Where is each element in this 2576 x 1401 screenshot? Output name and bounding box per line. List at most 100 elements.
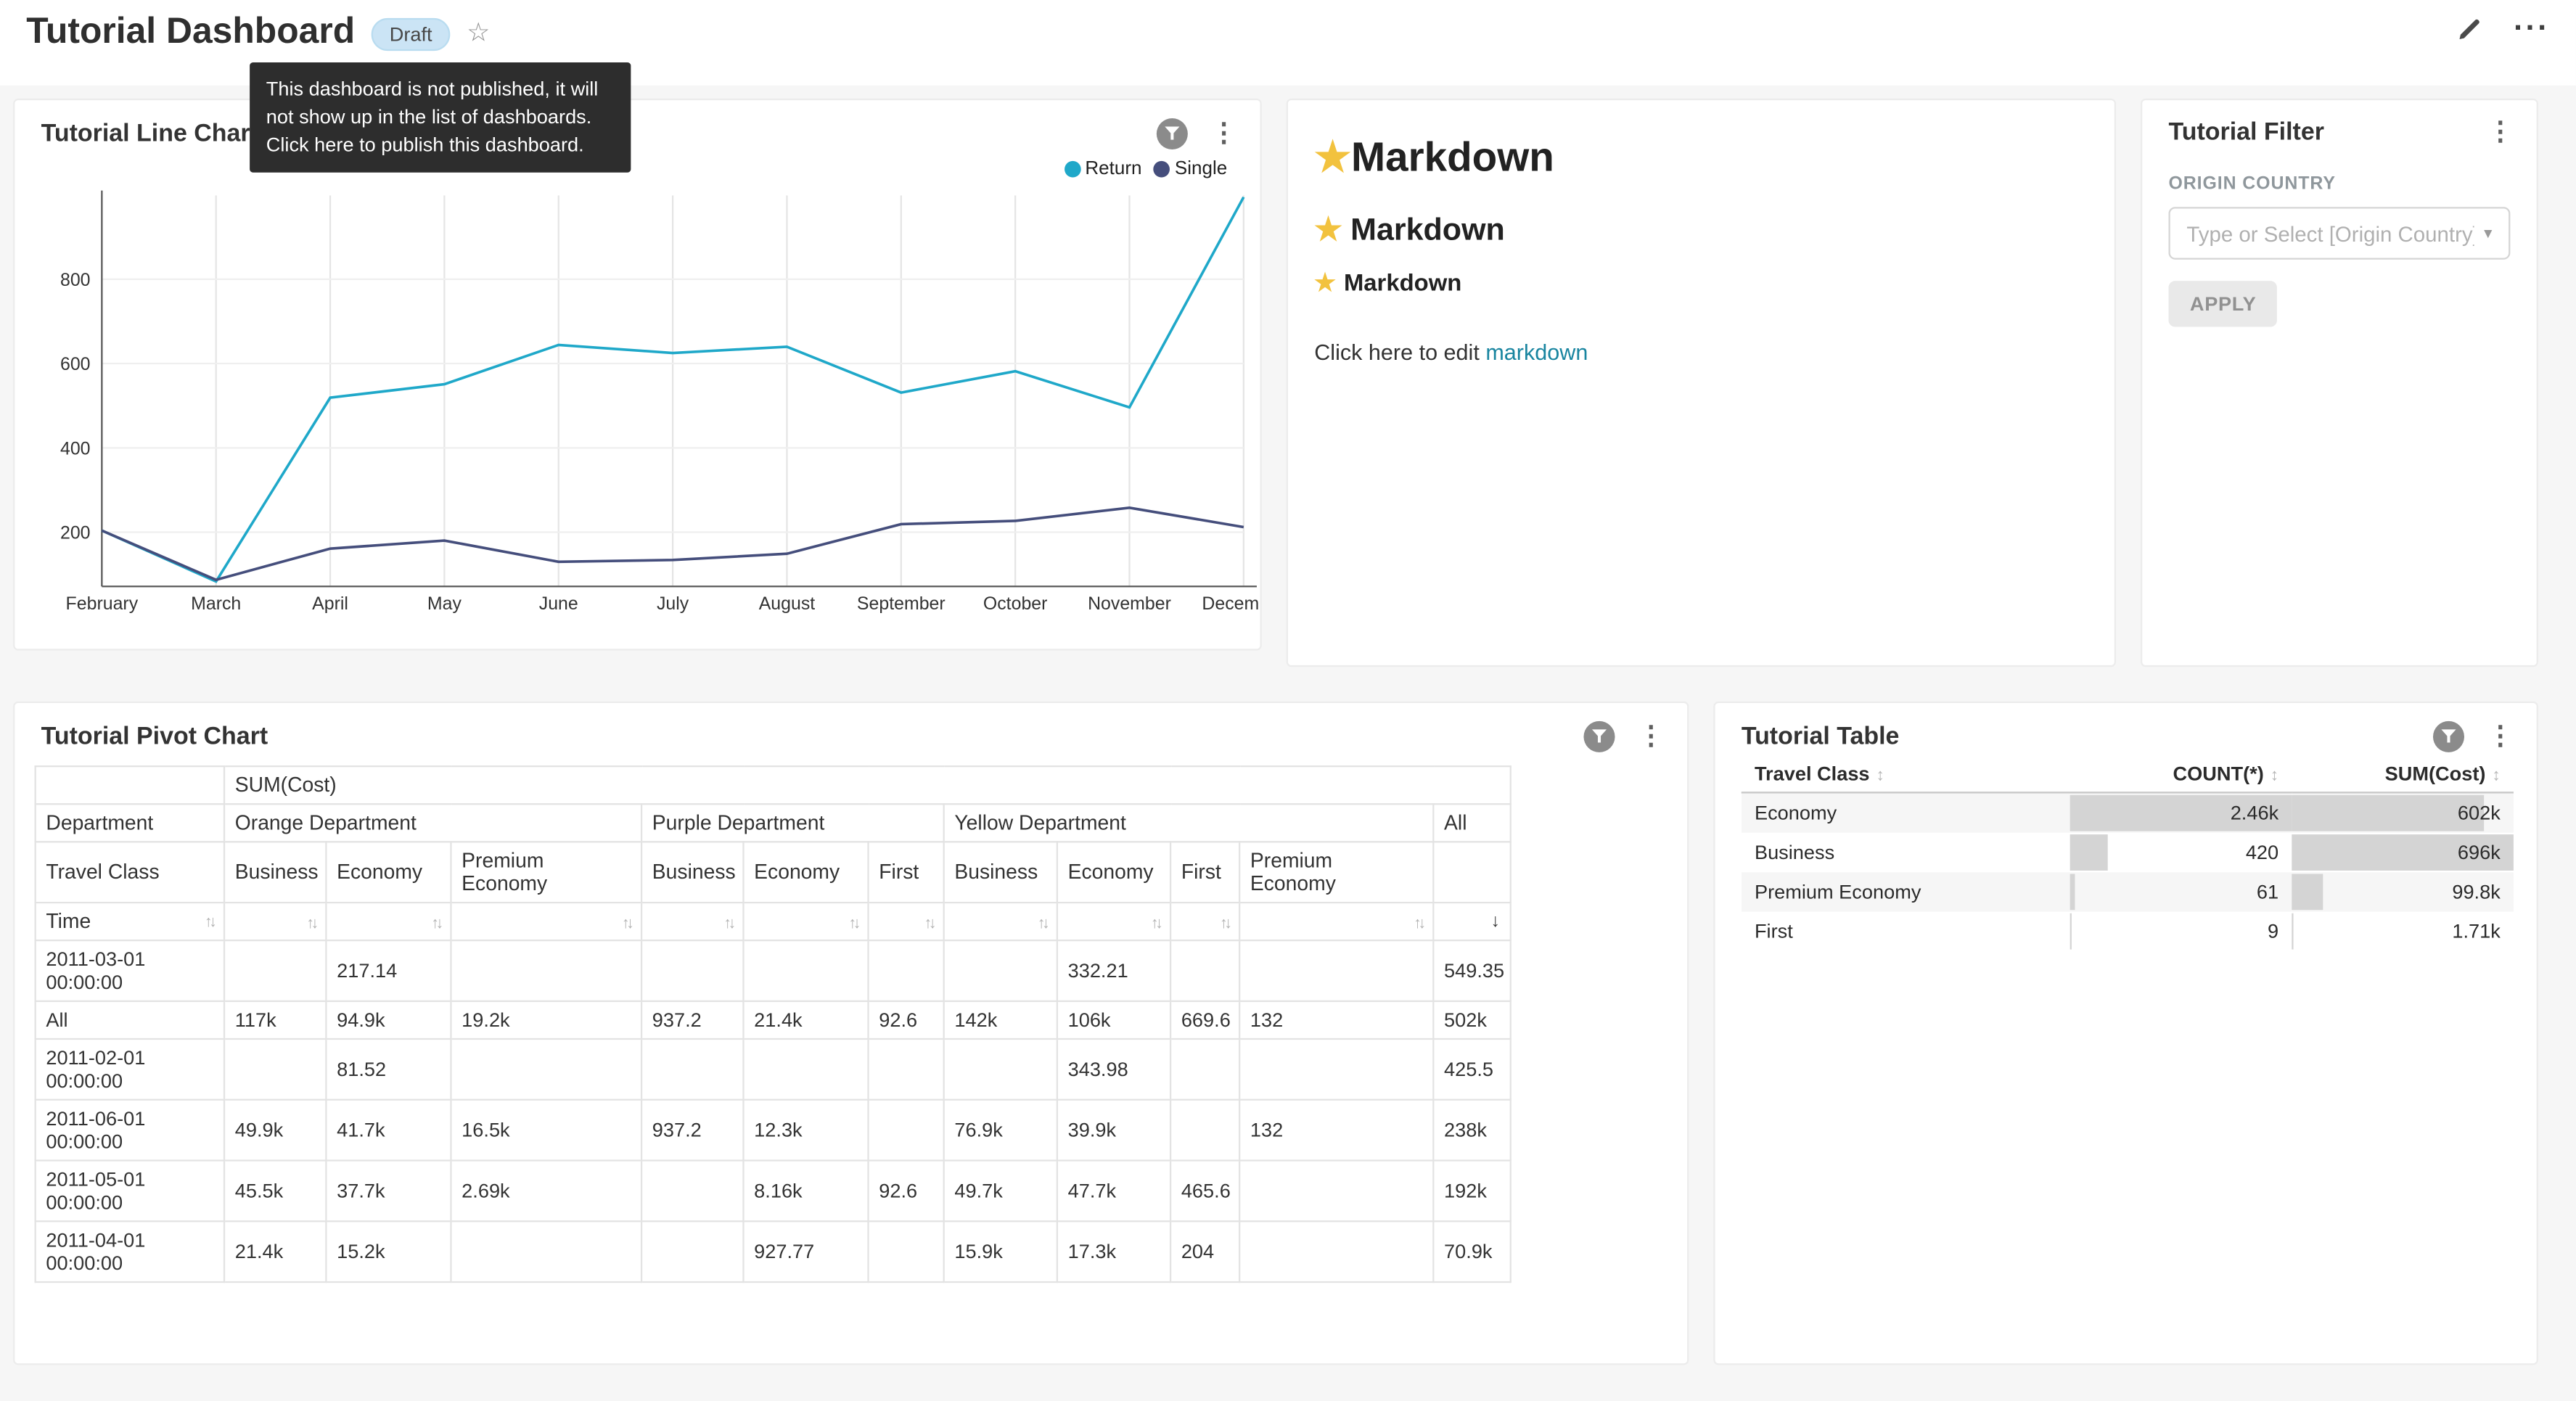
svg-text:July: July xyxy=(657,593,689,614)
pivot-cell: 19.2k xyxy=(451,1001,641,1039)
sort-icon[interactable]: ↑↓ xyxy=(723,911,732,932)
pivot-cell xyxy=(1170,1100,1239,1161)
pivot-cell xyxy=(224,940,326,1001)
pivot-row: 2011-05-01 00:00:0045.5k37.7k2.69k8.16k9… xyxy=(36,1161,1511,1222)
sort-icon[interactable]: ↑↓ xyxy=(1038,911,1046,932)
table-class-cell: Economy xyxy=(1742,792,2070,832)
kebab-menu-icon[interactable]: ⋮ xyxy=(1207,120,1240,147)
legend-label: Return xyxy=(1085,160,1141,179)
kebab-menu-icon[interactable]: ⋮ xyxy=(2484,723,2516,749)
pivot-cell xyxy=(1239,1221,1433,1282)
publish-tooltip: This dashboard is not published, it will… xyxy=(250,62,631,173)
pivot-cell: 343.98 xyxy=(1057,1039,1170,1100)
sort-icon[interactable]: ↑↓ xyxy=(1151,911,1160,932)
table-title: Tutorial Table xyxy=(1742,723,2413,750)
pivot-sort-cell: ↑↓ xyxy=(869,903,944,940)
sort-icon[interactable]: ↑↓ xyxy=(848,911,857,932)
pivot-cell: 132 xyxy=(1239,1001,1433,1039)
pivot-col-header: Business xyxy=(641,842,743,903)
sort-icon[interactable]: ↑↓ xyxy=(431,911,440,932)
col-header-count[interactable]: COUNT(*)↕ xyxy=(2070,755,2292,792)
line-chart-plot[interactable]: 200400600800FebruaryMarchAprilMayJuneJul… xyxy=(15,182,1261,629)
table-sum-cell: 696k xyxy=(2292,833,2514,872)
pivot-axis-department: Department xyxy=(36,804,224,842)
table-class-cell: Business xyxy=(1742,833,2070,872)
sparkles-icon: ★ xyxy=(1314,213,1342,248)
legend-dot-icon xyxy=(1064,161,1080,178)
svg-text:December: December xyxy=(1202,593,1261,614)
legend-label: Single xyxy=(1175,160,1227,179)
table-card-header: Tutorial Table ⋮ xyxy=(1715,703,2537,752)
svg-text:May: May xyxy=(427,593,462,614)
sort-icon[interactable]: ↕ xyxy=(2492,767,2500,785)
filter-indicator-icon[interactable] xyxy=(2433,721,2464,752)
table-class-cell: First xyxy=(1742,912,2070,951)
pivot-row-label: 2011-06-01 00:00:00 xyxy=(36,1100,224,1161)
legend-item[interactable]: Return xyxy=(1064,160,1142,179)
sort-desc-icon[interactable]: ↓ xyxy=(1491,912,1500,932)
pivot-sort-row: Time↑↓↑↓↑↓↑↓↑↓↑↓↑↓↑↓↑↓↑↓↑↓↓ xyxy=(36,903,1511,940)
svg-text:600: 600 xyxy=(60,354,91,374)
table-row: Economy2.46k602k xyxy=(1742,792,2514,832)
pivot-cell: 45.5k xyxy=(224,1161,326,1222)
origin-country-label: ORIGIN COUNTRY xyxy=(2168,174,2510,194)
sparkles-icon: ★ xyxy=(1314,135,1351,181)
sort-icon[interactable]: ↑↓ xyxy=(1414,911,1422,932)
draft-badge[interactable]: Draft xyxy=(372,18,451,51)
sort-icon[interactable]: ↕ xyxy=(2271,767,2278,785)
more-options-icon[interactable]: ··· xyxy=(2514,16,2550,42)
pivot-cell: 17.3k xyxy=(1057,1221,1170,1282)
origin-country-select[interactable]: Type or Select [Origin Country] ▾ xyxy=(2168,207,2510,259)
pivot-cell: 132 xyxy=(1239,1100,1433,1161)
sort-icon[interactable]: ↑↓ xyxy=(306,911,315,932)
pivot-cell: 502k xyxy=(1433,1001,1511,1039)
legend-item[interactable]: Single xyxy=(1153,160,1227,179)
apply-button[interactable]: APPLY xyxy=(2168,281,2277,326)
pivot-sort-cell: ↑↓ xyxy=(224,903,326,940)
favorite-star-icon[interactable]: ☆ xyxy=(467,17,490,49)
table-row: First91.71k xyxy=(1742,912,2514,951)
pivot-cell xyxy=(1239,940,1433,1001)
sort-icon[interactable]: ↑↓ xyxy=(205,910,213,931)
pivot-cell xyxy=(869,1221,944,1282)
markdown-h2: ★Markdown xyxy=(1314,212,2088,250)
pivot-col-header: Business xyxy=(224,842,326,903)
pivot-row: All117k94.9k19.2k937.221.4k92.6142k106k6… xyxy=(36,1001,1511,1039)
filter-body: ORIGIN COUNTRY Type or Select [Origin Co… xyxy=(2142,174,2536,327)
pivot-cell xyxy=(641,1161,743,1222)
sort-icon[interactable]: ↑↓ xyxy=(1220,911,1228,932)
col-header-travel-class[interactable]: Travel Class↕ xyxy=(1742,755,2070,792)
pivot-cell: 425.5 xyxy=(1433,1039,1511,1100)
pivot-cell: 47.7k xyxy=(1057,1161,1170,1222)
pivot-sort-cell: ↑↓ xyxy=(1057,903,1170,940)
pivot-sort-cell: ↑↓ xyxy=(1239,903,1433,940)
pivot-cell: 117k xyxy=(224,1001,326,1039)
pivot-sort-cell: ↑↓ xyxy=(326,903,451,940)
pivot-cell: 192k xyxy=(1433,1161,1511,1222)
pivot-cell: 15.2k xyxy=(326,1221,451,1282)
markdown-content: ★Markdown ★Markdown ★Markdown Click here… xyxy=(1288,100,2114,365)
sort-icon[interactable]: ↕ xyxy=(1876,767,1884,785)
kebab-menu-icon[interactable]: ⋮ xyxy=(1635,723,1668,749)
markdown-edit-text: Click here to edit xyxy=(1314,340,1485,365)
markdown-edit-link[interactable]: markdown xyxy=(1485,340,1588,365)
pivot-cell: 49.9k xyxy=(224,1100,326,1161)
pivot-cell: 204 xyxy=(1170,1221,1239,1282)
pivot-cell: 927.77 xyxy=(743,1221,868,1282)
kebab-menu-icon[interactable]: ⋮ xyxy=(2484,119,2516,145)
sort-icon[interactable]: ↑↓ xyxy=(622,911,631,932)
markdown-card: ★Markdown ★Markdown ★Markdown Click here… xyxy=(1287,99,2116,667)
pivot-row: 2011-03-01 00:00:00217.14332.21549.35 xyxy=(36,940,1511,1001)
svg-text:November: November xyxy=(1088,593,1171,614)
filter-indicator-icon[interactable] xyxy=(1157,118,1188,149)
col-header-sum[interactable]: SUM(Cost)↕ xyxy=(2292,755,2514,792)
edit-pencil-icon[interactable] xyxy=(2456,15,2484,42)
filter-indicator-icon[interactable] xyxy=(1583,721,1615,752)
sort-icon[interactable]: ↑↓ xyxy=(924,911,933,932)
line-chart-card-header: Tutorial Line Chart ⋮ xyxy=(15,100,1260,149)
legend-dot-icon xyxy=(1153,161,1170,178)
svg-text:February: February xyxy=(66,593,139,614)
pivot-cell: 937.2 xyxy=(641,1001,743,1039)
table-count-cell: 9 xyxy=(2070,912,2292,951)
cell-bar xyxy=(2070,913,2071,950)
